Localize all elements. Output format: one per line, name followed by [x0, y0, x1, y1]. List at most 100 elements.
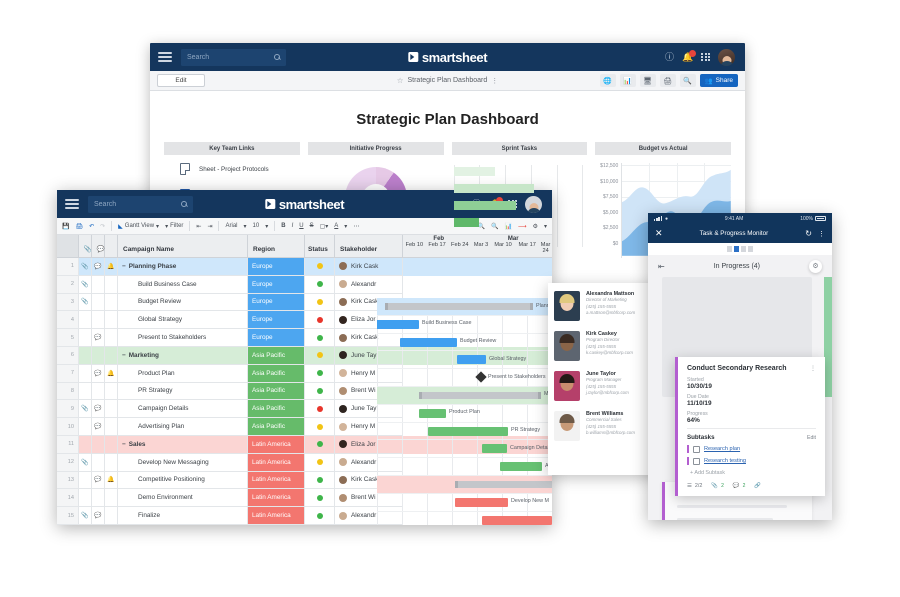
reminder-icon[interactable] [105, 311, 118, 330]
subtask-label[interactable]: Research testing [704, 458, 746, 464]
reminder-icon[interactable] [105, 346, 118, 365]
comment-icon[interactable] [92, 275, 105, 294]
cell-status[interactable] [305, 275, 335, 294]
reminder-icon[interactable] [105, 435, 118, 454]
cell-region[interactable]: Europe [248, 311, 305, 330]
attachment-icon[interactable] [79, 489, 92, 508]
reminder-icon[interactable] [105, 382, 118, 401]
cell-region[interactable]: Asia Pacific [248, 400, 305, 419]
reminder-icon[interactable] [105, 453, 118, 472]
table-row[interactable]: 2 📎 Build Business Case Europe Alexandr [57, 275, 552, 294]
share-button[interactable]: 👥 Share [699, 74, 738, 87]
cell-status[interactable] [305, 418, 335, 436]
attachment-icon[interactable] [79, 382, 92, 401]
cell-campaign-name[interactable]: Global Strategy [118, 311, 248, 330]
cell-campaign-name[interactable]: Campaign Details [118, 400, 248, 419]
bold-button[interactable]: B [281, 223, 285, 229]
gantt-task-bar[interactable] [377, 319, 419, 329]
attachment-icon[interactable] [79, 418, 92, 436]
list-item[interactable]: Sheet - Project Protocols [180, 163, 300, 175]
cell-status[interactable] [305, 329, 335, 347]
attachment-icon[interactable] [79, 311, 92, 330]
cell-campaign-name[interactable]: Develop New Messaging [118, 453, 248, 472]
attachment-icon[interactable] [79, 435, 92, 454]
attachment-icon[interactable]: 📎 [79, 258, 92, 276]
print-icon[interactable]: 🖨 [75, 223, 83, 230]
more-vertical-icon[interactable]: ⋮ [491, 77, 498, 85]
gantt-task-bar[interactable] [500, 462, 542, 472]
search-icon[interactable]: 🔍 [679, 74, 696, 87]
cell-status[interactable] [305, 364, 335, 383]
cell-stakeholder[interactable]: Alexandr [335, 275, 403, 294]
comment-icon[interactable] [92, 453, 105, 472]
reminder-icon[interactable] [105, 275, 118, 294]
phone-tab-indicator[interactable] [648, 243, 832, 255]
attachment-icon[interactable]: 📎 [79, 293, 92, 312]
subtask-checkbox[interactable] [693, 445, 700, 453]
cell-campaign-name[interactable]: Advertising Plan [118, 418, 248, 436]
cell-status[interactable] [305, 293, 335, 312]
globe-icon[interactable]: 🌐 [599, 74, 616, 87]
gantt-task-bar[interactable] [428, 426, 508, 436]
italic-button[interactable]: I [292, 223, 294, 229]
back-arrow-icon[interactable]: ⇤ [658, 262, 665, 271]
tab-dot[interactable] [741, 246, 746, 252]
cell-region[interactable]: Asia Pacific [248, 418, 305, 436]
chart-icon[interactable]: 📊 [619, 74, 636, 87]
column-header-status[interactable]: Status [305, 235, 335, 257]
user-avatar[interactable] [718, 48, 735, 66]
cell-region[interactable]: Latin America [248, 471, 305, 490]
comment-icon[interactable] [92, 346, 105, 365]
collapse-toggle-icon[interactable]: − [122, 441, 126, 448]
font-size-chevron-down-icon[interactable]: ▾ [265, 223, 268, 230]
cell-campaign-name[interactable]: Product Plan [118, 364, 248, 383]
reminder-icon[interactable] [105, 418, 118, 436]
cell-campaign-name[interactable]: − Marketing [118, 346, 248, 365]
collapse-toggle-icon[interactable]: − [122, 352, 126, 359]
cell-region[interactable]: Europe [248, 258, 305, 276]
redo-icon[interactable]: ↷ [100, 223, 105, 230]
attachment-icon[interactable] [79, 471, 92, 490]
comment-icon[interactable]: 💬 [92, 258, 105, 276]
font-family-chevron-down-icon[interactable]: ▾ [244, 223, 247, 230]
more-vertical-icon[interactable]: ⋮ [810, 365, 816, 372]
cell-campaign-name[interactable]: PR Strategy [118, 382, 248, 401]
attachment-icon[interactable]: 📎 [79, 453, 92, 472]
cell-campaign-name[interactable]: Budget Review [118, 293, 248, 312]
cell-region[interactable]: Asia Pacific [248, 346, 305, 365]
undo-icon[interactable]: ↶ [89, 223, 94, 230]
cell-status[interactable] [305, 382, 335, 401]
tab-dot[interactable] [748, 246, 753, 252]
attachment-icon[interactable]: 📎 [79, 275, 92, 294]
subtask-checkbox[interactable] [693, 457, 700, 465]
gantt-summary-bar[interactable] [385, 303, 533, 310]
comment-icon[interactable] [92, 489, 105, 508]
attachment-icon[interactable]: 📎 [79, 507, 92, 525]
reminder-icon[interactable]: 🔔 [105, 364, 118, 383]
comment-icon[interactable]: 💬 [92, 418, 105, 436]
collapse-toggle-icon[interactable]: − [122, 263, 126, 270]
underline-button[interactable]: U [299, 223, 303, 229]
hamburger-menu-icon[interactable] [158, 52, 172, 62]
cell-status[interactable] [305, 507, 335, 525]
cell-region[interactable]: Asia Pacific [248, 364, 305, 383]
cell-campaign-name[interactable]: Competitive Positioning [118, 471, 248, 490]
save-icon[interactable]: 💾 [62, 223, 69, 230]
attachment-icon[interactable] [79, 364, 92, 383]
reminder-icon[interactable] [105, 293, 118, 312]
cell-stakeholder[interactable]: Kirk Cask [335, 258, 403, 276]
reminder-icon[interactable] [105, 507, 118, 525]
cell-status[interactable] [305, 471, 335, 490]
cell-status[interactable] [305, 400, 335, 419]
gear-icon[interactable]: ⚙ [533, 223, 538, 230]
gantt-summary-bar[interactable] [419, 391, 541, 399]
global-search-input[interactable]: Search [181, 48, 286, 66]
reminder-icon[interactable] [105, 400, 118, 419]
attachment-icon[interactable]: 📎 [711, 483, 718, 489]
text-color-chevron-down-icon[interactable]: ▾ [344, 223, 347, 230]
help-icon[interactable]: ⓘ [665, 52, 674, 62]
cell-status[interactable] [305, 453, 335, 472]
outdent-icon[interactable]: ⇤ [196, 223, 201, 230]
comment-icon[interactable] [92, 382, 105, 401]
attachment-icon[interactable] [79, 329, 92, 347]
